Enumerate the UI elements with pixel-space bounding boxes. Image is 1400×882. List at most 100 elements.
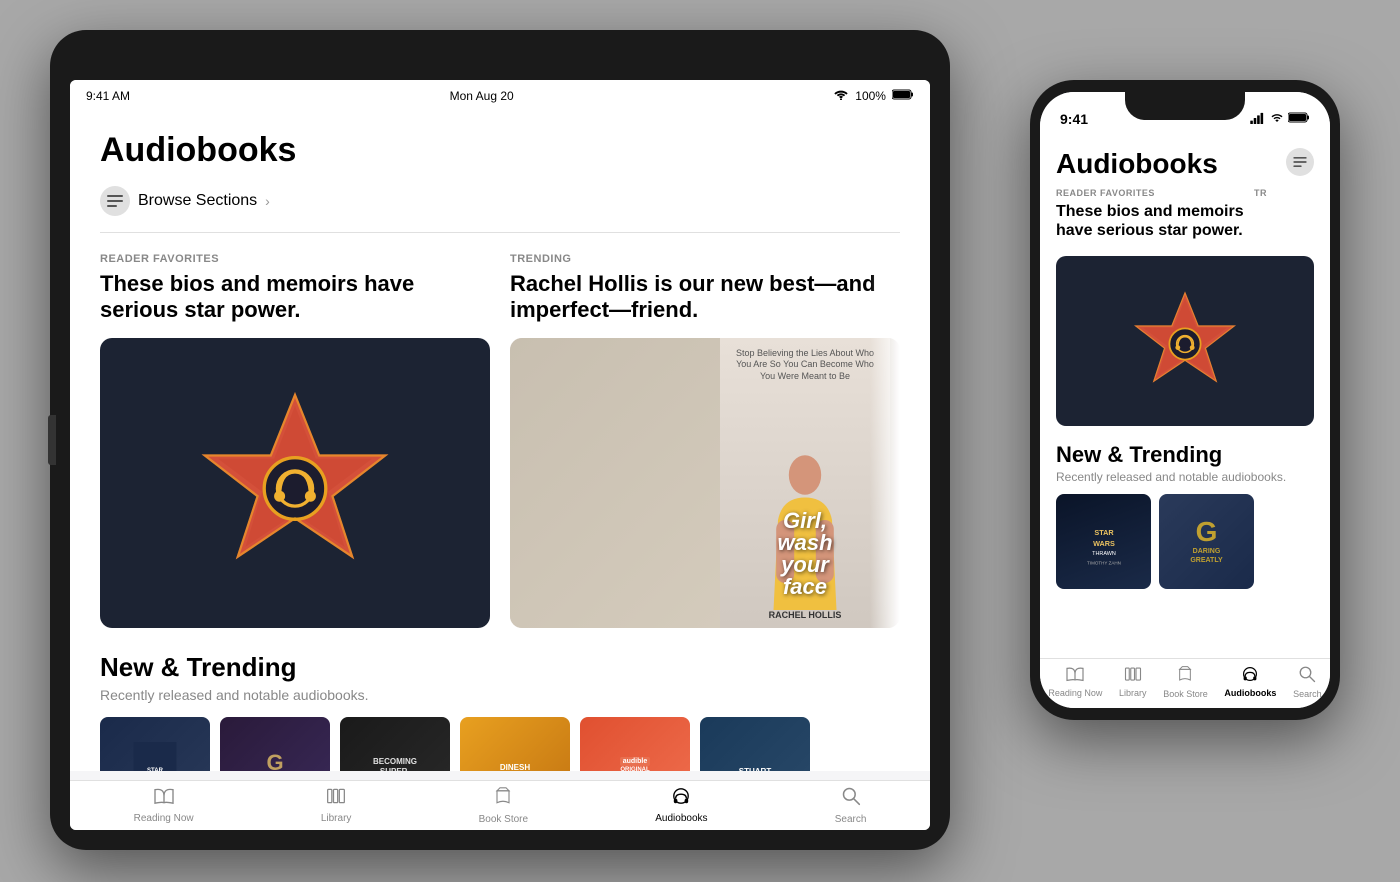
book-store-icon	[494, 786, 512, 812]
battery-label: 100%	[855, 89, 886, 103]
iphone-tab-reading-now[interactable]: Reading Now	[1048, 666, 1102, 698]
trending-label: TRENDING	[510, 253, 900, 265]
book-cover-1[interactable]: STAR WARS	[100, 717, 210, 771]
reader-favorites-title: These bios and memoirs have serious star…	[100, 271, 490, 324]
iphone-reader-favorites: READER FAVORITES These bios and memoirs …	[1056, 188, 1244, 250]
iphone-new-trending-title: New & Trending	[1056, 442, 1314, 468]
trending-image[interactable]: Stop Believing the Lies About Who You Ar…	[510, 338, 900, 628]
iphone-trending-label: TR	[1254, 188, 1314, 198]
tab-audiobooks[interactable]: Audiobooks	[655, 787, 707, 824]
iphone-reader-favorites-label: READER FAVORITES	[1056, 188, 1244, 198]
iphone-tab-library-label: Library	[1119, 688, 1147, 698]
iphone-tab-audiobooks[interactable]: Audiobooks	[1224, 666, 1276, 698]
iphone-featured-image[interactable]	[1056, 256, 1314, 426]
reader-favorites-section: READER FAVORITES These bios and memoirs …	[100, 253, 490, 628]
star-artwork	[100, 338, 490, 628]
book-cover-3[interactable]: BECOMINGSUPER-NATURAL	[340, 717, 450, 771]
trending-artwork: Stop Believing the Lies About Who You Ar…	[510, 338, 900, 628]
reading-now-icon	[153, 787, 175, 811]
books-row: STAR WARS G DARING GREATLY	[100, 717, 900, 771]
iphone-tab-search[interactable]: Search	[1293, 665, 1322, 699]
iphone-tab-book-store-label: Book Store	[1163, 689, 1208, 699]
ipad-home-button[interactable]	[48, 415, 56, 465]
library-icon	[326, 787, 346, 811]
iphone-tab-audiobooks-label: Audiobooks	[1224, 688, 1276, 698]
reader-favorites-image[interactable]	[100, 338, 490, 628]
book-cover-2[interactable]: G DARING GREATLY	[220, 717, 330, 771]
audiobooks-icon	[670, 787, 692, 811]
new-trending-title: New & Trending	[100, 652, 900, 683]
iphone-library-icon	[1124, 666, 1142, 687]
iphone-page-title: Audiobooks	[1056, 148, 1218, 180]
iphone-tab-bar: Reading Now Library	[1040, 658, 1330, 708]
book-cover-5[interactable]: audible ORIGINAL DAVID	[580, 717, 690, 771]
ipad-screen: 9:41 AM Mon Aug 20 100%	[70, 80, 930, 830]
iphone-reader-favorites-title: These bios and memoirs have serious star…	[1056, 202, 1244, 240]
iphone-notch	[1125, 92, 1245, 120]
tab-library-label: Library	[321, 813, 352, 824]
iphone-time: 9:41	[1060, 111, 1088, 127]
reader-favorites-label: READER FAVORITES	[100, 253, 490, 265]
iphone-menu-icon[interactable]	[1286, 148, 1314, 176]
iphone-status-icons	[1250, 112, 1310, 127]
iphone-tab-reading-now-label: Reading Now	[1048, 688, 1102, 698]
ipad-content: Audiobooks Browse Sections ›	[70, 111, 930, 771]
tab-search[interactable]: Search	[835, 786, 867, 825]
sections-row: READER FAVORITES These bios and memoirs …	[100, 253, 900, 628]
svg-text:STAR: STAR	[1094, 528, 1114, 537]
star-svg	[185, 373, 405, 593]
tab-reading-now[interactable]: Reading Now	[134, 787, 194, 824]
iphone-battery-icon	[1288, 112, 1310, 126]
ipad-device: 9:41 AM Mon Aug 20 100%	[50, 30, 950, 850]
iphone-new-trending-subtitle: Recently released and notable audiobooks…	[1056, 470, 1314, 484]
tab-audiobooks-label: Audiobooks	[655, 813, 707, 824]
browse-chevron-icon: ›	[265, 193, 270, 209]
trending-section: TRENDING Rachel Hollis is our new best—a…	[510, 253, 900, 628]
browse-sections-label: Browse Sections	[138, 192, 257, 210]
iphone-book-1[interactable]: STAR WARS THRAWN TIMOTHY ZAHN	[1056, 494, 1151, 589]
iphone-screen: 9:41	[1040, 92, 1330, 708]
book-cover-4[interactable]: DINESHD'SOUZA	[460, 717, 570, 771]
page-title: Audiobooks	[100, 131, 900, 170]
iphone-new-trending: New & Trending Recently released and not…	[1056, 442, 1314, 589]
svg-text:THRAWN: THRAWN	[1092, 551, 1116, 557]
iphone-book-2[interactable]: G DARINGGREATLY	[1159, 494, 1254, 589]
ipad-status-right: 100%	[833, 88, 914, 103]
tab-search-label: Search	[835, 814, 867, 825]
iphone-tab-library[interactable]: Library	[1119, 666, 1147, 698]
iphone-header: Audiobooks	[1056, 148, 1314, 180]
divider	[100, 232, 900, 233]
signal-icon	[1250, 112, 1266, 127]
tab-library[interactable]: Library	[321, 787, 352, 824]
ipad-time: 9:41 AM	[86, 89, 130, 103]
svg-text:TIMOTHY ZAHN: TIMOTHY ZAHN	[1087, 560, 1121, 565]
svg-text:WARS: WARS	[1093, 539, 1115, 548]
iphone-audiobooks-icon	[1240, 666, 1260, 687]
iphone-search-icon	[1298, 665, 1316, 688]
iphone-books-row: STAR WARS THRAWN TIMOTHY ZAHN G DARINGGR…	[1056, 494, 1314, 589]
trending-title: Rachel Hollis is our new best—and imperf…	[510, 271, 900, 324]
iphone-star-svg	[1125, 281, 1245, 401]
iphone-reading-now-icon	[1065, 666, 1085, 687]
iphone-tab-book-store[interactable]: Book Store	[1163, 665, 1208, 699]
ipad-date: Mon Aug 20	[450, 89, 514, 103]
svg-text:STAR: STAR	[147, 768, 164, 771]
browse-sections-button[interactable]: Browse Sections ›	[100, 186, 900, 216]
book-cover-6[interactable]: STUART	[700, 717, 810, 771]
tab-book-store-label: Book Store	[479, 814, 528, 825]
scene: 9:41 AM Mon Aug 20 100%	[0, 0, 1400, 882]
iphone-trending-col: TR	[1254, 188, 1314, 250]
wifi-icon	[833, 88, 849, 103]
search-icon	[841, 786, 861, 812]
iphone-sections-row: READER FAVORITES These bios and memoirs …	[1056, 188, 1314, 250]
browse-sections-icon	[100, 186, 130, 216]
new-trending-section: New & Trending Recently released and not…	[100, 652, 900, 771]
tab-book-store[interactable]: Book Store	[479, 786, 528, 825]
ipad-status-bar: 9:41 AM Mon Aug 20 100%	[70, 80, 930, 111]
iphone-tab-search-label: Search	[1293, 689, 1322, 699]
battery-icon	[892, 89, 914, 103]
iphone-book-store-icon	[1177, 665, 1193, 688]
iphone-wifi-icon	[1270, 112, 1284, 126]
new-trending-subtitle: Recently released and notable audiobooks…	[100, 687, 900, 703]
iphone-device: 9:41	[1030, 80, 1340, 720]
